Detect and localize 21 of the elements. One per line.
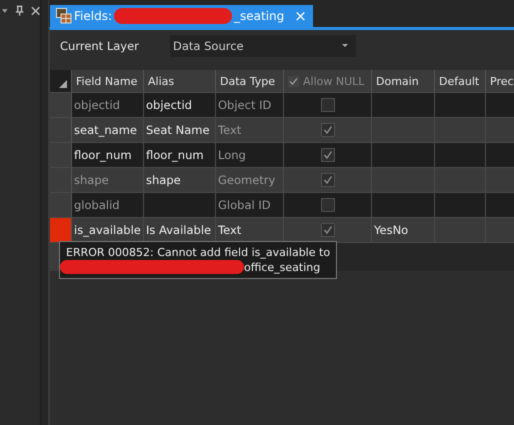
field-label: Current Layer: [60, 39, 140, 53]
tab-title: _seating: [234, 9, 284, 23]
checkbox[interactable]: [320, 223, 334, 237]
pin-icon[interactable]: [15, 5, 25, 17]
error-message: ERROR 000852: Cannot add field is_available to: [66, 246, 330, 259]
caret-icon[interactable]: [2, 6, 10, 16]
checkbox[interactable]: [320, 148, 334, 162]
tab-title: Fields:: [74, 9, 112, 23]
table-icon: [56, 8, 72, 24]
close-icon[interactable]: [30, 6, 40, 16]
layer-dropdown[interactable]: Data Source: [170, 35, 356, 57]
error-message: office_seating: [244, 260, 320, 274]
checkbox[interactable]: [320, 173, 334, 187]
checkbox-icon: [288, 76, 299, 86]
checkbox[interactable]: [320, 198, 334, 212]
column-header[interactable]: Prec: [485, 70, 514, 92]
corner-triangle-icon: [59, 80, 67, 88]
caret-icon: [342, 44, 348, 48]
checkbox[interactable]: [320, 98, 334, 112]
checkbox[interactable]: [320, 123, 334, 137]
select-all-corner[interactable]: [50, 70, 71, 92]
